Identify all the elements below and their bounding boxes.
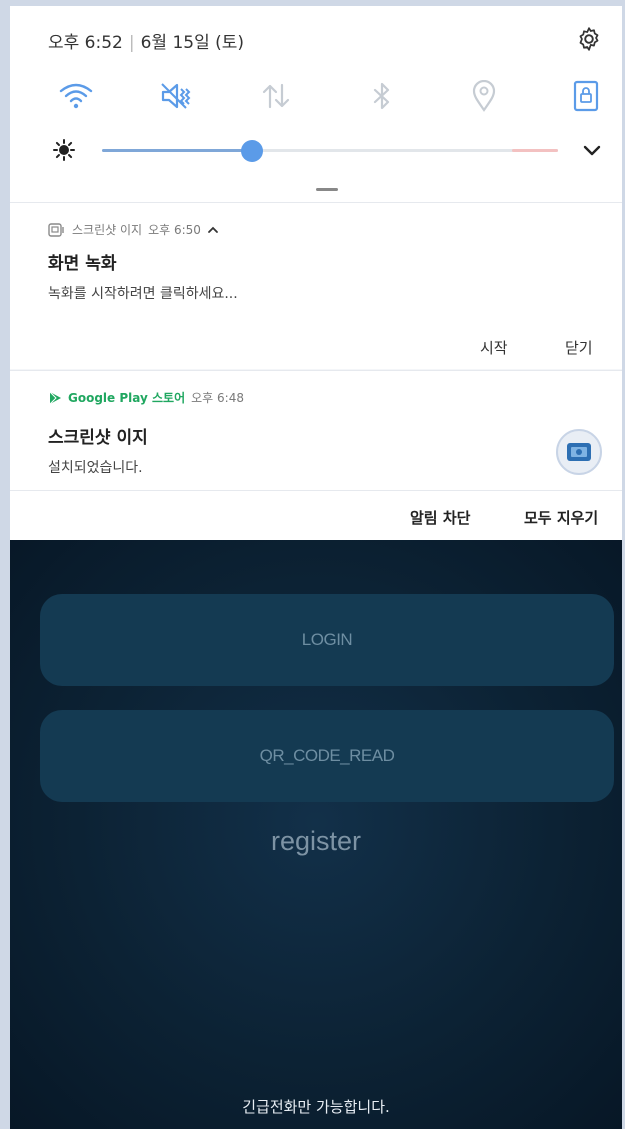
brightness-slider[interactable] bbox=[102, 149, 558, 152]
emergency-calls-only-text: 긴급전화만 가능합니다. bbox=[242, 1098, 390, 1116]
notification-title: 화면 녹화 bbox=[48, 254, 117, 274]
notification-body: 녹화를 시작하려면 클릭하세요... bbox=[48, 286, 238, 302]
notification-title: 스크린샷 이지 bbox=[48, 428, 148, 448]
notification-panel-actions: 알림 차단 모두 지우기 bbox=[10, 490, 622, 541]
app-screen: LOGIN QR_CODE_READ register 긴급전화만 가능합니다. bbox=[10, 540, 622, 1129]
brightness-slider-end bbox=[512, 149, 558, 152]
login-button[interactable]: LOGIN bbox=[40, 594, 614, 686]
register-link[interactable]: register bbox=[10, 826, 622, 857]
status-datetime: 오후 6:52 | 6월 15일 (토) bbox=[48, 33, 245, 53]
status-date: 6월 15일 (토) bbox=[140, 33, 245, 53]
bluetooth-icon[interactable] bbox=[362, 76, 402, 116]
notification-header: 스크린샷 이지 오후 6:50 bbox=[48, 221, 219, 238]
app-icon bbox=[556, 429, 602, 475]
brightness-slider-row bbox=[10, 132, 622, 168]
mute-vibrate-icon[interactable] bbox=[156, 76, 196, 116]
notification-time: 오후 6:50 bbox=[148, 223, 201, 237]
brightness-icon bbox=[53, 139, 75, 161]
notification-header: Google Play 스토어 오후 6:48 bbox=[48, 389, 244, 406]
brightness-slider-fill bbox=[102, 149, 252, 152]
location-icon[interactable] bbox=[464, 76, 504, 116]
gear-icon[interactable] bbox=[576, 26, 602, 52]
notification-app-name: Google Play 스토어 bbox=[68, 391, 186, 405]
mobile-data-icon[interactable] bbox=[256, 76, 296, 116]
notification-card-screen-record[interactable]: 스크린샷 이지 오후 6:50 화면 녹화 녹화를 시작하려면 클릭하세요...… bbox=[10, 202, 622, 369]
panel-drag-handle[interactable] bbox=[316, 188, 338, 191]
chevron-up-icon[interactable] bbox=[207, 225, 219, 235]
status-time: 오후 6:52 bbox=[48, 33, 123, 53]
qr-code-read-button[interactable]: QR_CODE_READ bbox=[40, 710, 614, 802]
quick-settings-panel: 오후 6:52 | 6월 15일 (토) bbox=[10, 6, 622, 202]
close-button[interactable]: 닫기 bbox=[565, 337, 593, 358]
screenshot-app-icon bbox=[48, 222, 64, 237]
notification-time: 오후 6:48 bbox=[191, 391, 244, 405]
notification-app-name: 스크린샷 이지 bbox=[72, 223, 143, 237]
quick-setting-tiles bbox=[10, 76, 622, 120]
block-notifications-button[interactable]: 알림 차단 bbox=[410, 507, 470, 528]
notification-actions: 시작 닫기 bbox=[10, 333, 622, 363]
google-play-icon bbox=[49, 391, 61, 404]
phone-screen: 오후 6:52 | 6월 15일 (토) 스크린샷 이지 오후 6:50 화면 … bbox=[10, 6, 622, 1129]
notification-body: 설치되었습니다. bbox=[48, 460, 143, 476]
notification-card-install[interactable]: Google Play 스토어 오후 6:48 스크린샷 이지 설치되었습니다. bbox=[10, 370, 622, 491]
screen-lock-icon[interactable] bbox=[566, 76, 606, 116]
brightness-slider-thumb[interactable] bbox=[241, 140, 263, 162]
chevron-down-icon[interactable] bbox=[580, 140, 604, 160]
start-button[interactable]: 시작 bbox=[480, 337, 508, 358]
clear-all-button[interactable]: 모두 지우기 bbox=[524, 507, 598, 528]
wifi-icon[interactable] bbox=[56, 76, 96, 116]
